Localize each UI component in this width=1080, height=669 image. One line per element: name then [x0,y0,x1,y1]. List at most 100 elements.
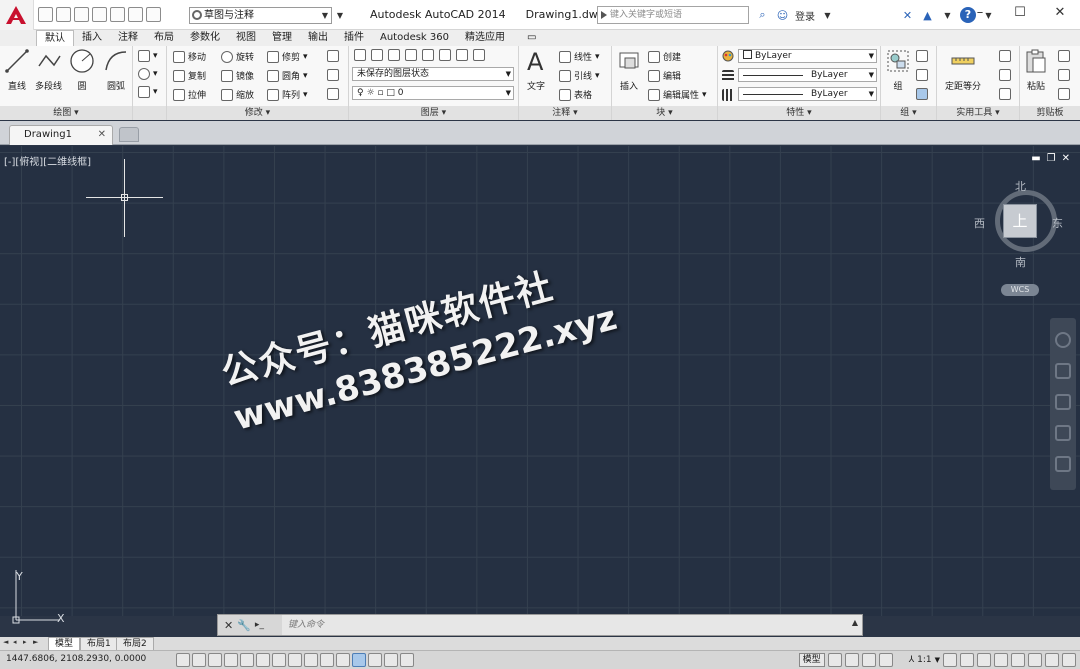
compass-north[interactable]: 北 [1015,178,1026,194]
tab-plugins[interactable]: 插件 [336,30,372,46]
trim-button[interactable]: 修剪 ▾ [267,50,308,63]
panel-utilities-title[interactable]: 实用工具 ▾ [937,106,1019,120]
match-props-button[interactable] [1058,88,1070,100]
quick-properties-icon[interactable] [368,653,382,667]
lineweight-icon[interactable] [722,70,734,82]
compass-south[interactable]: 南 [1015,254,1026,270]
binoculars-icon[interactable]: ⌕ [755,8,770,23]
tab-insert[interactable]: 插入 [74,30,110,46]
infer-constraints-icon[interactable] [176,653,190,667]
snap-mode-icon[interactable] [192,653,206,667]
quick-view-drawings-icon[interactable] [844,653,859,667]
id-point-button[interactable] [999,69,1011,81]
array-button[interactable]: 阵列 ▾ [267,88,308,101]
mirror-button[interactable]: 镜像 [221,69,254,82]
compass-west[interactable]: 西 [974,215,985,231]
new-tab-button[interactable] [119,127,139,142]
ortho-mode-icon[interactable] [224,653,238,667]
group-select-button[interactable] [916,88,928,100]
maximize-icon[interactable]: ☐ [1000,0,1040,28]
tab-default[interactable]: 默认 [36,30,74,46]
layer-lock-icon[interactable] [422,49,434,61]
chevron-down-icon[interactable]: ▼ [935,656,940,664]
color-palette-icon[interactable] [722,50,734,62]
explode-button[interactable] [327,88,339,100]
panel-draw-title[interactable]: 绘图 ▾ [0,106,132,120]
clean-screen-icon[interactable] [1062,653,1076,667]
zoom-status-icon[interactable] [878,653,893,667]
file-tab-drawing1[interactable]: Drawing1 ✕ [9,125,113,145]
tab-output[interactable]: 输出 [300,30,336,46]
line-button[interactable]: 直线 [4,48,30,92]
command-input[interactable]: 键入命令 [288,618,848,632]
layer-previous-icon[interactable] [456,49,468,61]
close-command-icon[interactable]: ✕ [224,619,233,632]
annotation-monitor-icon[interactable] [400,653,414,667]
viewport-controls-label[interactable]: [-][俯视][二维线框] [4,153,91,168]
copy-clip-button[interactable] [1058,69,1070,81]
object-snap-icon[interactable] [256,653,270,667]
text-button[interactable]: A 文字 [523,48,549,92]
qat-customize-icon[interactable]: ▼ [334,7,346,24]
layout-tab-model[interactable]: 模型 [48,637,81,650]
layer-match-icon[interactable] [439,49,451,61]
ellipse-button[interactable]: ▾ [138,68,158,80]
dynamic-ucs-icon[interactable] [304,653,318,667]
panel-properties-title[interactable]: 特性 ▾ [718,106,880,120]
isolate-objects-icon[interactable] [1028,653,1042,667]
linetype-icon[interactable] [722,89,734,101]
erase-button[interactable] [327,50,339,62]
rectangle-button[interactable]: ▾ [138,50,158,62]
search-input[interactable]: 键入关键字或短语 [597,6,749,24]
tab-layout[interactable]: 布局 [146,30,182,46]
ungroup-button[interactable] [916,50,928,62]
command-prompt-icon[interactable]: ▸_ [255,620,264,630]
lineweight-toggle-icon[interactable] [336,653,350,667]
zoom-icon[interactable] [1055,394,1071,410]
viewcube[interactable]: 上 北 南 东 西 [974,180,1064,269]
close-tab-icon[interactable]: ✕ [98,126,106,144]
calculator-button[interactable] [999,88,1011,100]
copy-button[interactable]: 复制 [173,69,206,82]
stretch-button[interactable]: 拉伸 [173,88,206,101]
showmotion-icon[interactable] [1055,456,1071,472]
annotation-scale-value[interactable]: 1:1 [917,655,931,665]
dynamic-input-icon[interactable] [320,653,334,667]
edit-block-button[interactable]: 编辑 [648,69,681,82]
compass-east[interactable]: 东 [1052,215,1063,231]
viewport-restore-icon[interactable]: ❐ [1047,153,1056,164]
model-space-button[interactable]: 模型 [798,653,825,667]
autodesk-360-icon[interactable]: ▲ [920,8,935,23]
panel-groups-title[interactable]: 组 ▾ [881,106,936,120]
annotation-visibility-icon[interactable] [943,653,957,667]
hatch-button[interactable]: ▾ [138,86,158,98]
auto-scale-icon[interactable] [960,653,974,667]
layout-tab-layout2[interactable]: 布局2 [116,637,154,650]
panel-modify-title[interactable]: 修改 ▾ [167,106,348,120]
wrench-icon[interactable]: 🔧 [237,619,251,632]
viewport-minimize-icon[interactable]: ▬ [1031,153,1040,164]
table-button[interactable]: 表格 [559,88,592,101]
layer-state-dropdown[interactable]: 未保存的图层状态 ▼ [352,67,514,81]
login-label[interactable]: 登录 [795,8,815,23]
prev-layout-icon[interactable]: ◂ [13,638,21,648]
wcs-menu[interactable]: WCS [1001,284,1039,296]
save-as-icon[interactable] [92,7,107,22]
panel-layers-title[interactable]: 图层 ▾ [349,106,518,120]
tab-annotate[interactable]: 注释 [110,30,146,46]
open-file-icon[interactable] [56,7,71,22]
selection-cycling-icon[interactable] [384,653,398,667]
layer-dropdown[interactable]: ♀ ☼ ▫ □ 0 ▼ [352,86,514,100]
layer-properties-icon[interactable] [354,49,366,61]
pan-status-icon[interactable] [861,653,876,667]
polyline-button[interactable]: 多段线 [35,48,62,92]
linear-dim-button[interactable]: 线性 ▾ [559,50,600,63]
object-snap-tracking-icon[interactable] [288,653,302,667]
layer-freeze-icon[interactable] [405,49,417,61]
close-icon[interactable]: ✕ [1040,0,1080,28]
color-dropdown[interactable]: ByLayer ▼ [738,49,877,63]
print-icon[interactable] [110,7,125,22]
rotate-button[interactable]: 旋转 [221,50,254,63]
panel-annotation-title[interactable]: 注释 ▾ [519,106,611,120]
grid-display-icon[interactable] [208,653,222,667]
